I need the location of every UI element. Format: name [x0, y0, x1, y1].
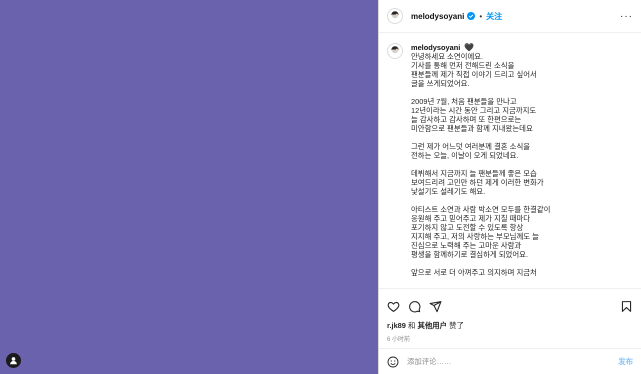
caption-line: 낯설기도 설레기도 해요.	[411, 187, 486, 196]
post-timestamp[interactable]: 6 小时前	[379, 331, 641, 343]
caption-line: 12년이라는 시간 동안 그리고 지금까지도	[411, 106, 537, 115]
caption-line: 팬분들께 제가 직접 이야기 드리고 싶어서	[411, 70, 537, 79]
caption-username[interactable]: melodysoyani	[411, 43, 460, 52]
caption-text: melodysoyani 🖤 안녕하세요 소연이에요. 기사를 통해 먼저 전해드…	[411, 43, 550, 277]
tagged-users-icon[interactable]	[6, 353, 21, 368]
comment-bar: 添加评论…… 发布	[379, 348, 641, 374]
emoji-picker-icon[interactable]	[387, 356, 399, 368]
caption-line: 진심으로 노력해 주는 고마운 사람과	[411, 241, 522, 250]
likes-and: 和	[407, 321, 416, 330]
caption-area: melodysoyani 🖤 안녕하세요 소연이에요. 기사를 통해 먼저 전해드…	[379, 33, 641, 288]
caption-line: 응원해 주고 믿어주고 제가 지칠 때마다	[411, 214, 531, 223]
caption-author-avatar[interactable]	[387, 43, 403, 59]
caption-line: 안녕하세요 소연이에요.	[411, 52, 484, 61]
likes-others[interactable]: 其他用户	[417, 321, 447, 330]
caption-line: 아티스트 소연과 사람 박소연 모두를 한결같이	[411, 205, 551, 214]
post-header: melodysoyani • 关注 ···	[379, 0, 641, 33]
caption-line: 보여드리려 고민만 하던 제게 이러한 변화가	[411, 178, 544, 187]
more-options-icon[interactable]: ···	[620, 11, 633, 22]
caption-line: 포기하지 않고 도전할 수 있도록 항상	[411, 223, 524, 232]
caption-line: 지지해 주고, 저의 사랑하는 부모님께도 늘	[411, 232, 539, 241]
follow-button[interactable]: 关注	[486, 11, 502, 22]
post-comment-button[interactable]: 发布	[618, 356, 633, 367]
caption-paragraph: 데뷔해서 지금까지 늘 팬분들께 좋은 모습 보여드리려 고민만 하던 제게 이러…	[411, 169, 550, 196]
caption-paragraph: 아티스트 소연과 사람 박소연 모두를 한결같이 응원해 주고 믿어주고 제가 지…	[411, 205, 550, 259]
separator-dot: •	[479, 11, 483, 21]
caption-line: 늘 감사하고 감사하며 또 한편으로는	[411, 115, 522, 124]
caption-line: 미안함으로 팬분들과 함께 지내왔는데요	[411, 124, 533, 133]
caption-line: 기사를 통해 먼저 전해드린 소식을	[411, 61, 515, 70]
caption-line: 2009년 7월, 처음 팬분들을 만나고	[411, 97, 517, 106]
post-sidebar: melodysoyani • 关注 ··· melodysoyani 🖤 안녕하…	[378, 0, 641, 374]
author-avatar[interactable]	[387, 8, 403, 24]
post-actions: r.jk89 和 其他用户 赞了 6 小时前	[379, 288, 641, 343]
caption-line: 데뷔해서 지금까지 늘 팬분들께 좋은 모습	[411, 169, 537, 178]
caption-paragraph: 그런 제가 어느덧 여러분께 결혼 소식을 전하는 오늘, 이날이 오게 되었네요…	[411, 142, 550, 160]
comment-input[interactable]: 添加评论……	[407, 356, 451, 367]
likes-summary: r.jk89 和 其他用户 赞了	[379, 315, 641, 331]
like-heart-icon[interactable]	[387, 300, 400, 313]
caption-line: 글을 쓰게되었어요.	[411, 79, 470, 88]
black-heart-emoji: 🖤	[464, 43, 475, 52]
liker-username[interactable]: r.jk89	[387, 321, 406, 330]
caption-paragraph: 2009년 7월, 처음 팬분들을 만나고 12년이라는 시간 동안 그리고 지금…	[411, 97, 550, 133]
caption-line: 평생을 함께하기로 결심하게 되었어요.	[411, 250, 529, 259]
caption-line: 앞으로 서로 더 아껴주고 의지하며 지금처	[411, 268, 537, 277]
caption-paragraph: 안녕하세요 소연이에요. 기사를 통해 먼저 전해드린 소식을 팬분들께 제가 직접…	[411, 52, 550, 88]
caption-line: 전하는 오늘, 이날이 오게 되었네요.	[411, 151, 519, 160]
post-media[interactable]	[0, 0, 378, 374]
comment-icon[interactable]	[408, 300, 421, 313]
share-icon[interactable]	[429, 300, 442, 313]
author-username[interactable]: melodysoyani	[411, 12, 464, 21]
instagram-post-modal: melodysoyani • 关注 ··· melodysoyani 🖤 안녕하…	[0, 0, 641, 374]
caption-paragraph: 앞으로 서로 더 아껴주고 의지하며 지금처	[411, 268, 550, 277]
likes-suffix: 赞了	[449, 321, 464, 330]
save-bookmark-icon[interactable]	[620, 300, 633, 313]
verified-badge-icon	[467, 12, 476, 20]
caption-line: 그런 제가 어느덧 여러분께 결혼 소식을	[411, 142, 531, 151]
